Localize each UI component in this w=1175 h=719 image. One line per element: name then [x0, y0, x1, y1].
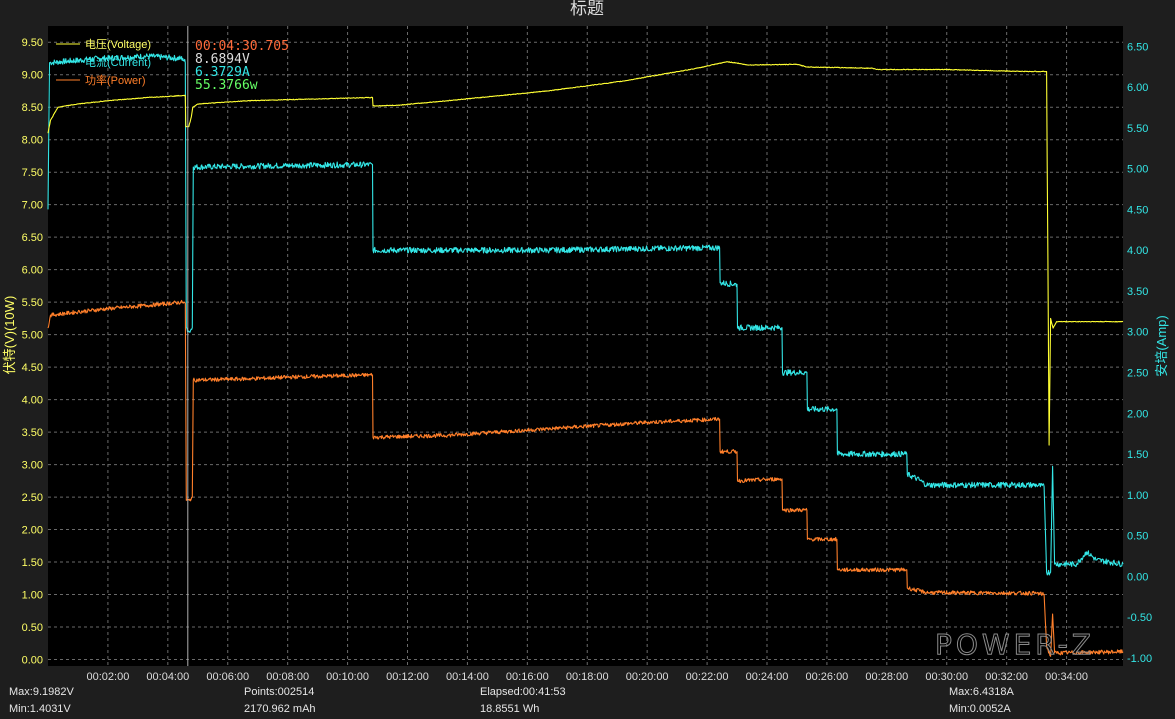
y-left-tick-label: 0.50 — [22, 622, 43, 634]
y-left-tick-label: 9.50 — [22, 37, 43, 49]
y-right-tick-label: -0.50 — [1127, 612, 1152, 624]
y-left-tick-label: 7.00 — [22, 200, 43, 212]
x-tick-label: 00:02:00 — [87, 671, 130, 683]
y-right-tick-label: 2.50 — [1127, 367, 1148, 379]
y-left-tick-label: 3.00 — [22, 460, 43, 472]
x-tick-label: 00:26:00 — [805, 671, 848, 683]
y-right-tick-label: 2.00 — [1127, 408, 1148, 420]
brand-watermark: POWER-Z — [935, 628, 1095, 661]
x-tick-label: 00:30:00 — [925, 671, 968, 683]
y-right-tick-label: 6.00 — [1127, 82, 1148, 94]
y-left-tick-label: 6.50 — [22, 232, 43, 244]
y-left-tick-label: 4.50 — [22, 362, 43, 374]
y-left-tick-label: 9.00 — [22, 70, 43, 82]
y-left-tick-label: 7.50 — [22, 167, 43, 179]
y-left-tick-label: 5.00 — [22, 330, 43, 342]
x-tick-label: 00:16:00 — [506, 671, 549, 683]
x-tick-label: 00:06:00 — [206, 671, 249, 683]
legend-power: 功率(Power) — [85, 73, 146, 87]
x-tick-label: 00:20:00 — [626, 671, 669, 683]
y-right-tick-label: 5.50 — [1127, 123, 1148, 135]
x-tick-label: 00:34:00 — [1045, 671, 1088, 683]
y-right-tick-label: 5.00 — [1127, 164, 1148, 176]
x-tick-label: 00:14:00 — [446, 671, 489, 683]
y-left-tick-label: 0.00 — [22, 655, 43, 667]
y-left-tick-label: 1.00 — [22, 590, 43, 602]
y-right-tick-label: 3.00 — [1127, 327, 1148, 339]
x-tick-label: 00:28:00 — [865, 671, 908, 683]
chart: 9.50 9.00 8.50 8.00 7.50 7.00 6.50 6.00 5.50 5.00… — [0, 0, 1175, 719]
stat-elapsed: Elapsed:00:41:53 — [480, 686, 566, 698]
chart-title: 标题 — [570, 0, 604, 18]
x-tick-label: 00:18:00 — [566, 671, 609, 683]
y-right-tick-label: 1.50 — [1127, 449, 1148, 461]
x-tick-label: 00:22:00 — [686, 671, 729, 683]
x-tick-label: 00:04:00 — [146, 671, 189, 683]
y-left-label: 伏特(V)(10W) — [2, 296, 17, 375]
stat-capacity: 2170.962 mAh — [244, 703, 316, 715]
x-tick-label: 00:08:00 — [266, 671, 309, 683]
stat-energy: 18.8551 Wh — [480, 703, 539, 715]
y-right-tick-label: 6.50 — [1127, 41, 1148, 53]
y-left-tick-label: 3.50 — [22, 427, 43, 439]
y-right-tick-label: -1.00 — [1127, 653, 1152, 665]
y-right-tick-label: 0.00 — [1127, 571, 1148, 583]
y-left-tick-label: 8.50 — [22, 102, 43, 114]
y-right-tick-label: 3.50 — [1127, 286, 1148, 298]
x-ticks: 00:02:00 00:04:00 00:06:00 00:08:00 00:10:00… — [87, 671, 1088, 683]
x-tick-label: 00:32:00 — [985, 671, 1028, 683]
y-left-tick-label: 2.00 — [22, 525, 43, 537]
y-right-tick-label: 4.50 — [1127, 204, 1148, 216]
y-right-label: 安培(Amp) — [1154, 315, 1169, 376]
stat-max-current: Max:6.4318A — [949, 686, 1014, 698]
y-left-tick-label: 2.50 — [22, 492, 43, 504]
readout-power: 55.3766w — [195, 78, 258, 93]
plot-area — [48, 26, 1123, 666]
y-left-tick-label: 5.50 — [22, 297, 43, 309]
y-left-tick-label: 6.00 — [22, 265, 43, 277]
y-left-tick-label: 8.00 — [22, 135, 43, 147]
stat-min-voltage: Min:1.4031V — [9, 703, 71, 715]
x-tick-label: 00:10:00 — [326, 671, 369, 683]
y-right-tick-label: 4.00 — [1127, 245, 1148, 257]
stat-max-voltage: Max:9.1982V — [9, 686, 74, 698]
legend-current: 电流(Current) — [85, 55, 151, 69]
stat-min-current: Min:0.0052A — [949, 703, 1011, 715]
stat-points: Points:002514 — [244, 686, 314, 698]
y-left-tick-label: 1.50 — [22, 557, 43, 569]
y-right-tick-label: 0.50 — [1127, 531, 1148, 543]
x-tick-label: 00:12:00 — [386, 671, 429, 683]
y-right-tick-label: 1.00 — [1127, 490, 1148, 502]
x-tick-label: 00:24:00 — [746, 671, 789, 683]
legend-voltage: 电压(Voltage) — [85, 38, 151, 51]
y-left-tick-label: 4.00 — [22, 395, 43, 407]
